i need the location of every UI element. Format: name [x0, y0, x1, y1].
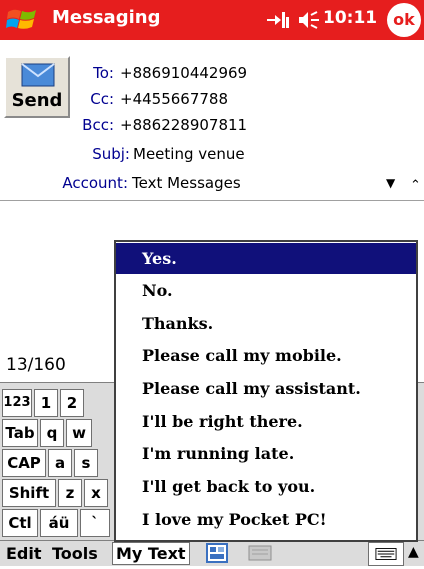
mytext-item[interactable]: I love my Pocket PC! [116, 504, 416, 535]
mytext-item[interactable]: No. [116, 275, 416, 306]
account-label: Account: [62, 174, 128, 192]
key-w[interactable]: w [66, 419, 92, 447]
mytext-item[interactable]: Thanks. [116, 308, 416, 339]
handwriting-icon[interactable] [248, 545, 272, 561]
key-2[interactable]: 2 [60, 389, 84, 417]
key-x[interactable]: x [84, 479, 108, 507]
title-bar: Messaging 10:11 ok [0, 0, 424, 40]
key-q[interactable]: q [40, 419, 64, 447]
mytext-item[interactable]: Please call my assistant. [116, 373, 416, 404]
input-panel-button[interactable] [368, 542, 404, 566]
key-ctl[interactable]: Ctl [2, 509, 38, 537]
cc-label: Cc: [90, 90, 114, 108]
app-title: Messaging [52, 7, 161, 28]
key-shift[interactable]: Shift [2, 479, 56, 507]
mytext-item[interactable]: I'll be right there. [116, 406, 416, 437]
volume-icon[interactable] [297, 9, 321, 31]
keyboard-icon [375, 548, 397, 560]
to-label: To: [93, 64, 114, 82]
header-separator [0, 200, 424, 201]
mytext-menu[interactable]: My Text [112, 542, 190, 565]
keyboard-icon[interactable] [206, 543, 228, 563]
key-backtick[interactable]: ` [80, 509, 110, 537]
character-counter: 13/160 [6, 355, 66, 375]
subject-label: Subj: [92, 145, 130, 163]
bcc-label: Bcc: [82, 116, 114, 134]
windows-start-icon[interactable] [6, 6, 38, 34]
mytext-item[interactable]: Yes. [116, 243, 416, 274]
key-1[interactable]: 1 [34, 389, 58, 417]
mytext-popup-menu: Yes. No. Thanks. Please call my mobile. … [114, 240, 418, 542]
cc-field[interactable]: +4455667788 [120, 90, 228, 108]
key-tab[interactable]: Tab [2, 419, 38, 447]
dropdown-arrow-icon[interactable]: ▼ [386, 176, 395, 190]
bcc-field[interactable]: +886228907811 [120, 116, 247, 134]
account-select[interactable]: Text Messages [132, 174, 241, 192]
menu-bar: Edit Tools My Text ▲ [0, 540, 424, 566]
edit-menu[interactable]: Edit [6, 544, 42, 563]
mytext-item[interactable]: I'll get back to you. [116, 471, 416, 502]
key-s[interactable]: s [74, 449, 98, 477]
subject-field[interactable]: Meeting venue [133, 145, 245, 163]
collapse-icon[interactable]: ⌃ [410, 178, 421, 193]
to-field[interactable]: +886910442969 [120, 64, 247, 82]
ok-button[interactable]: ok [387, 3, 421, 37]
key-caps[interactable]: CAP [2, 449, 46, 477]
key-intl[interactable]: áü [40, 509, 78, 537]
key-z[interactable]: z [58, 479, 82, 507]
network-icon[interactable] [265, 9, 291, 31]
clock[interactable]: 10:11 [323, 8, 377, 28]
mytext-item[interactable]: I'm running late. [116, 438, 416, 469]
mytext-item[interactable]: Please call my mobile. [116, 340, 416, 371]
tools-menu[interactable]: Tools [52, 544, 98, 563]
input-selector-arrow-icon[interactable]: ▲ [408, 544, 419, 560]
key-a[interactable]: a [48, 449, 72, 477]
key-123[interactable]: 123 [2, 389, 32, 417]
